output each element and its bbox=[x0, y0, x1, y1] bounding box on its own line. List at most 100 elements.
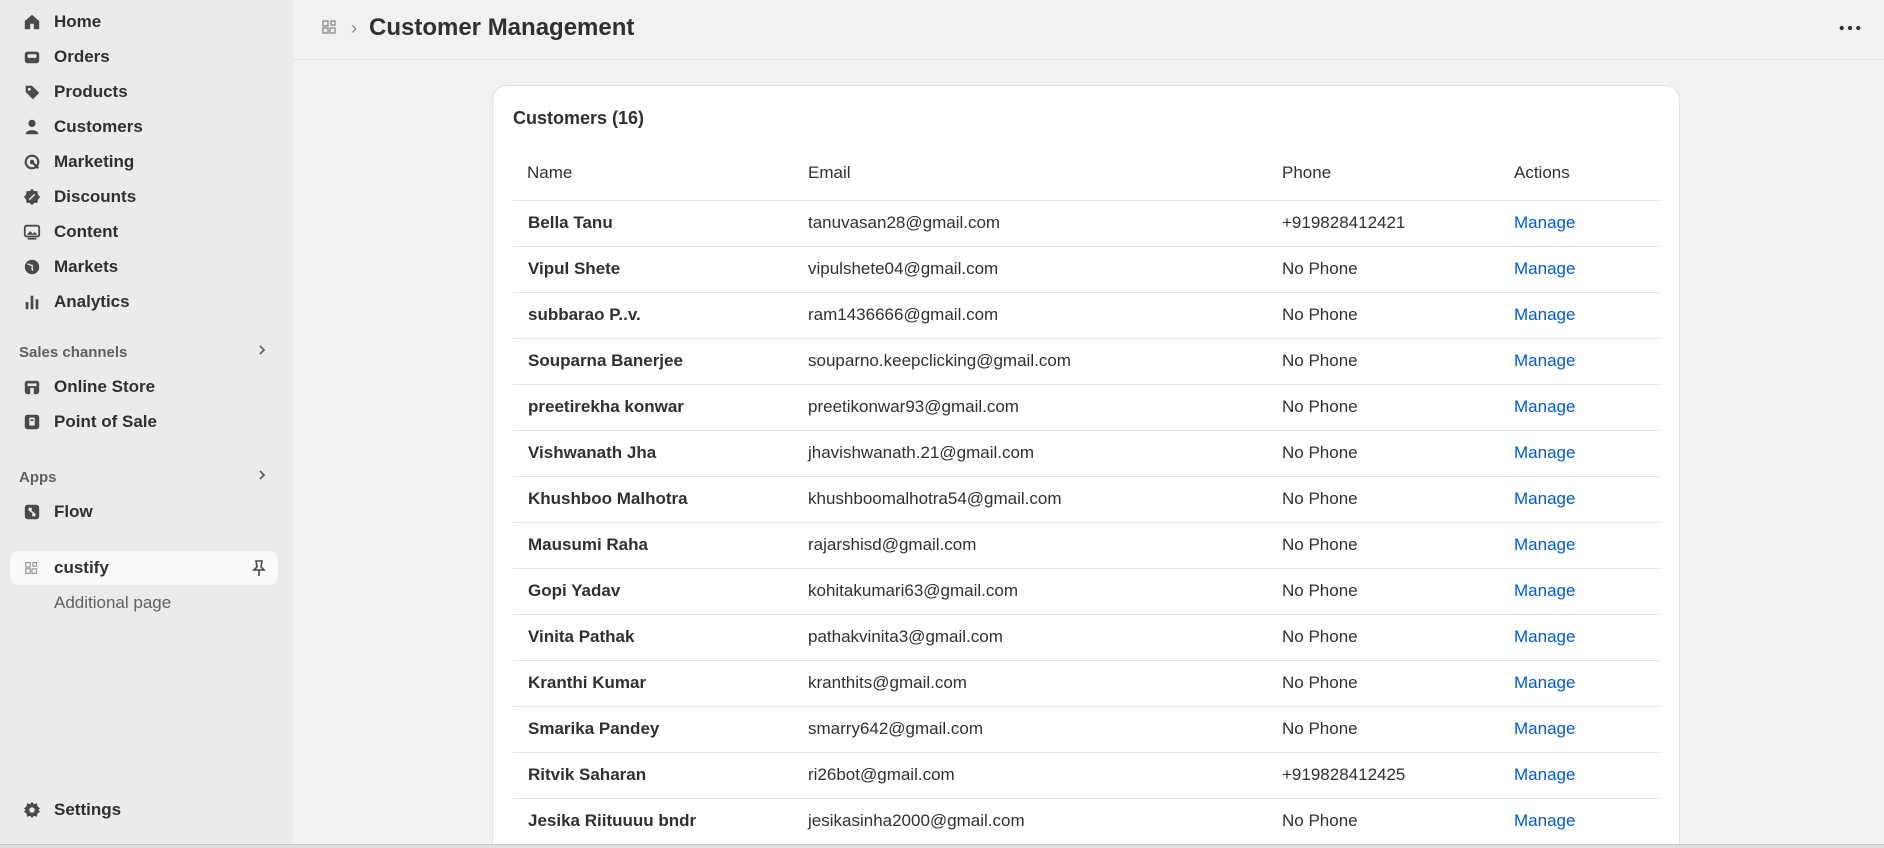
sidebar-item-discounts[interactable]: Discounts bbox=[10, 180, 278, 214]
sidebar-item-label: Products bbox=[54, 82, 128, 101]
manage-link[interactable]: Manage bbox=[1514, 397, 1575, 416]
manage-link[interactable]: Manage bbox=[1514, 305, 1575, 324]
sidebar-item-label: Point of Sale bbox=[54, 412, 157, 431]
customer-name: Gopi Yadav bbox=[513, 568, 808, 615]
sidebar-item-content[interactable]: Content bbox=[10, 215, 278, 249]
customer-email: khushboomalhotra54@gmail.com bbox=[808, 476, 1282, 523]
page-header: › Customer Management bbox=[293, 0, 1884, 60]
customer-name: preetirekha konwar bbox=[513, 384, 808, 431]
gear-icon bbox=[22, 800, 42, 820]
sidebar-item-home[interactable]: Home bbox=[10, 5, 278, 39]
table-row: Ritvik Saharan ri26bot@gmail.com +91982841… bbox=[513, 752, 1659, 799]
customer-email: rajarshisd@gmail.com bbox=[808, 522, 1282, 569]
sidebar-item-products[interactable]: Products bbox=[10, 75, 278, 109]
customer-phone: No Phone bbox=[1282, 292, 1514, 339]
customer-email: ram1436666@gmail.com bbox=[808, 292, 1282, 339]
customer-name: Vinita Pathak bbox=[513, 614, 808, 661]
sidebar-item-label: Settings bbox=[54, 800, 122, 819]
target-icon bbox=[22, 152, 42, 172]
manage-link[interactable]: Manage bbox=[1514, 581, 1575, 600]
flow-icon bbox=[22, 502, 42, 522]
inbox-icon bbox=[22, 47, 42, 67]
sidebar-item-orders[interactable]: Orders bbox=[10, 40, 278, 74]
sidebar-item-analytics[interactable]: Analytics bbox=[10, 285, 278, 319]
column-header-email: Email bbox=[808, 146, 1282, 201]
table-row: Bella Tanu tanuvasan28@gmail.com +91982841… bbox=[513, 200, 1659, 247]
sidebar-item-marketing[interactable]: Marketing bbox=[10, 145, 278, 179]
customer-phone: No Phone bbox=[1282, 798, 1514, 845]
actions-cell: Manage bbox=[1514, 430, 1659, 477]
manage-link[interactable]: Manage bbox=[1514, 213, 1575, 232]
sidebar-item-label: Marketing bbox=[54, 152, 135, 171]
manage-link[interactable]: Manage bbox=[1514, 535, 1575, 554]
customer-name: Jesika Riituuuu bndr bbox=[513, 798, 808, 845]
actions-cell: Manage bbox=[1514, 752, 1659, 799]
ellipsis-icon bbox=[1839, 25, 1861, 31]
chevron-right-icon[interactable] bbox=[255, 468, 269, 486]
sidebar-item-label: Home bbox=[54, 12, 102, 31]
sidebar-item-settings[interactable]: Settings bbox=[10, 793, 278, 827]
manage-link[interactable]: Manage bbox=[1514, 259, 1575, 278]
sales-channels-label: Sales channels bbox=[19, 343, 128, 361]
customer-phone: No Phone bbox=[1282, 476, 1514, 523]
manage-link[interactable]: Manage bbox=[1514, 673, 1575, 692]
customer-email: vipulshete04@gmail.com bbox=[808, 246, 1282, 293]
page-title: Customer Management bbox=[369, 14, 635, 41]
customer-phone: No Phone bbox=[1282, 706, 1514, 753]
table-row: Gopi Yadav kohitakumari63@gmail.com No Pho… bbox=[513, 568, 1659, 615]
sidebar-item-point-of-sale[interactable]: Point of Sale bbox=[10, 405, 278, 439]
customer-name: subbarao P..v. bbox=[513, 292, 808, 339]
actions-cell: Manage bbox=[1514, 614, 1659, 661]
actions-cell: Manage bbox=[1514, 660, 1659, 707]
customer-name: Smarika Pandey bbox=[513, 706, 808, 753]
customer-email: smarry642@gmail.com bbox=[808, 706, 1282, 753]
actions-cell: Manage bbox=[1514, 568, 1659, 615]
sidebar-item-flow[interactable]: Flow bbox=[10, 495, 278, 529]
manage-link[interactable]: Manage bbox=[1514, 811, 1575, 830]
customer-phone: No Phone bbox=[1282, 568, 1514, 615]
sidebar-item-custify[interactable]: custify bbox=[10, 551, 278, 585]
sidebar-subitem-additional-page[interactable]: Additional page bbox=[54, 593, 171, 613]
store-icon bbox=[22, 377, 42, 397]
customer-email: kranthits@gmail.com bbox=[808, 660, 1282, 707]
manage-link[interactable]: Manage bbox=[1514, 489, 1575, 508]
actions-cell: Manage bbox=[1514, 798, 1659, 845]
sales-channels-header[interactable]: Sales channels bbox=[19, 343, 269, 361]
customer-email: tanuvasan28@gmail.com bbox=[808, 200, 1282, 247]
actions-cell: Manage bbox=[1514, 522, 1659, 569]
actions-cell: Manage bbox=[1514, 246, 1659, 293]
app-grid-icon[interactable] bbox=[322, 19, 338, 35]
chevron-right-icon[interactable] bbox=[255, 343, 269, 361]
discount-icon bbox=[22, 187, 42, 207]
sidebar-item-markets[interactable]: Markets bbox=[10, 250, 278, 284]
customer-email: ri26bot@gmail.com bbox=[808, 752, 1282, 799]
sidebar-item-online-store[interactable]: Online Store bbox=[10, 370, 278, 404]
table-row: Kranthi Kumar kranthits@gmail.com No Phone… bbox=[513, 660, 1659, 707]
manage-link[interactable]: Manage bbox=[1514, 627, 1575, 646]
more-actions-button[interactable] bbox=[1836, 18, 1864, 38]
apps-header[interactable]: Apps bbox=[19, 468, 269, 486]
customer-phone: No Phone bbox=[1282, 338, 1514, 385]
manage-link[interactable]: Manage bbox=[1514, 351, 1575, 370]
table-row: Vishwanath Jha jhavishwanath.21@gmail.com… bbox=[513, 430, 1659, 477]
breadcrumb-chevron-icon: › bbox=[351, 18, 357, 38]
column-header-phone: Phone bbox=[1282, 146, 1514, 201]
table-row: preetirekha konwar preetikonwar93@gmail.c… bbox=[513, 384, 1659, 431]
tag-icon bbox=[22, 82, 42, 102]
sidebar-item-label: custify bbox=[54, 558, 109, 577]
sidebar-item-label: Discounts bbox=[54, 187, 137, 206]
customer-phone: No Phone bbox=[1282, 614, 1514, 661]
sidebar-item-label: Content bbox=[54, 222, 119, 241]
customers-table: Name Email Phone Actions Bella Tanu tanuv… bbox=[513, 146, 1659, 845]
customer-email: souparno.keepclicking@gmail.com bbox=[808, 338, 1282, 385]
pin-icon[interactable] bbox=[250, 559, 268, 577]
window-bottom-edge bbox=[0, 844, 1884, 848]
customer-name: Vipul Shete bbox=[513, 246, 808, 293]
manage-link[interactable]: Manage bbox=[1514, 443, 1575, 462]
customer-name: Ritvik Saharan bbox=[513, 752, 808, 799]
customer-name: Bella Tanu bbox=[513, 200, 808, 247]
manage-link[interactable]: Manage bbox=[1514, 719, 1575, 738]
sidebar-item-customers[interactable]: Customers bbox=[10, 110, 278, 144]
manage-link[interactable]: Manage bbox=[1514, 765, 1575, 784]
actions-cell: Manage bbox=[1514, 200, 1659, 247]
